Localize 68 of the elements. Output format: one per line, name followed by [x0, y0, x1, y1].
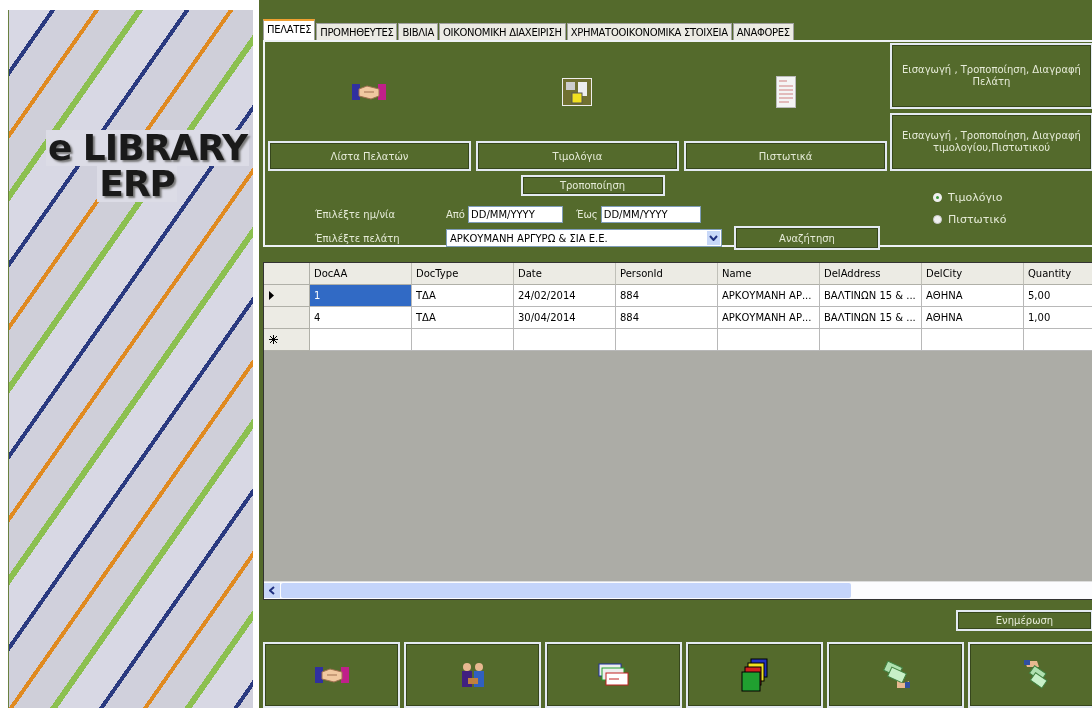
customer-label: Έπιλέξτε πελάτη: [314, 232, 401, 244]
new-row-icon: [269, 335, 278, 344]
table-cell: ΑΡΚΟΥΜΑΝΗ ΑΡ...: [718, 285, 820, 307]
radio-option[interactable]: Τιμολόγιο: [933, 191, 1007, 204]
table-cell: 30/04/2014: [514, 307, 616, 329]
table-cell: ΑΘΗΝΑ: [922, 285, 1024, 307]
nav-button[interactable]: [545, 642, 682, 708]
table-cell: 1: [310, 285, 412, 307]
column-header[interactable]: DelAddress: [820, 263, 922, 285]
table-cell: 1,00: [1024, 307, 1092, 329]
nav-button[interactable]: [686, 642, 823, 708]
date-label: Έπιλέξτε ημ/νία: [314, 208, 396, 220]
table-cell: ΤΔΑ: [412, 307, 514, 329]
column-header[interactable]: Quantity: [1024, 263, 1092, 285]
table-cell: 884: [616, 307, 718, 329]
horizontal-scrollbar[interactable]: [264, 581, 1092, 600]
ledger-icon: [562, 77, 593, 106]
scroll-left-icon[interactable]: [264, 583, 280, 599]
table-cell: ΑΘΗΝΑ: [922, 307, 1024, 329]
to-date-field[interactable]: DD/MM/YYYY: [600, 205, 701, 223]
radio-option[interactable]: Πιστωτικό: [933, 213, 1007, 226]
panel-button[interactable]: Πιστωτικά: [684, 141, 887, 171]
tab[interactable]: ΟΙΚΟΝΟΜΙΚΗ ΔΙΑΧΕΙΡΙΣΗ: [439, 23, 566, 40]
row-header[interactable]: [264, 329, 310, 351]
nav-button[interactable]: [827, 642, 964, 708]
table-cell: ΑΡΚΟΥΜΑΝΗ ΑΡ...: [718, 307, 820, 329]
search-button[interactable]: Αναζήτηση: [734, 226, 880, 250]
cards-icon: [597, 663, 630, 687]
table-cell: 884: [616, 285, 718, 307]
column-header[interactable]: PersonId: [616, 263, 718, 285]
document-icon: [775, 75, 796, 108]
panel-button[interactable]: Τιμολόγια: [476, 141, 679, 171]
column-header[interactable]: Date: [514, 263, 616, 285]
tab[interactable]: ΧΡΗΜΑΤΟΟΙΚΟΝΟΜΙΚΑ ΣΤΟΙΧΕΙΑ: [566, 23, 732, 40]
handshake-icon: [314, 664, 349, 686]
table-cell: ΤΔΑ: [412, 285, 514, 307]
column-header[interactable]: DelCity: [922, 263, 1024, 285]
tab[interactable]: ΒΙΒΛΙΑ: [398, 23, 438, 40]
tab[interactable]: ΠΡΟΜΗΘΕΥΤΕΣ: [316, 23, 398, 40]
nav-button[interactable]: [263, 642, 400, 708]
money-icon: [880, 661, 911, 689]
from-label: Από: [446, 208, 465, 220]
folders-icon: [740, 658, 769, 692]
logo-text: ERP: [97, 166, 177, 202]
current-row-icon: [269, 291, 274, 300]
panel-button[interactable]: Λίστα Πελατών: [268, 141, 471, 171]
from-date-field[interactable]: DD/MM/YYYY: [468, 205, 563, 223]
nav-button[interactable]: [404, 642, 541, 708]
money-icon: [1022, 659, 1051, 691]
to-label: Έως: [576, 208, 598, 220]
table-cell: ΒΑΛΤΙΝΩΝ 15 & ...: [820, 285, 922, 307]
table-cell: 5,00: [1024, 285, 1092, 307]
table-cell: 4: [310, 307, 412, 329]
table-cell: 24/02/2014: [514, 285, 616, 307]
column-header[interactable]: DocAA: [310, 263, 412, 285]
update-button[interactable]: Ενημέρωση: [956, 610, 1092, 632]
panel-button[interactable]: Εισαγωγή , Τροποποίηση, Διαγραφή τιμολογίου,Πιστωτικού: [890, 113, 1092, 171]
column-header[interactable]: DocType: [412, 263, 514, 285]
table-cell: ΒΑΛΤΙΝΩΝ 15 & ...: [820, 307, 922, 329]
column-header[interactable]: Name: [718, 263, 820, 285]
tab[interactable]: ΑΝΑΦΟΡΕΣ: [732, 23, 794, 40]
logo-text: e LIBRARY: [45, 130, 249, 166]
customer-dropdown[interactable]: ΑΡΚΟΥΜΑΝΗ ΑΡΓΥΡΩ & ΣΙΑ Ε.Ε.: [446, 229, 722, 247]
panel-button[interactable]: Εισαγωγή , Τροποποίηση, Διαγραφή Πελάτη: [890, 43, 1092, 109]
row-header[interactable]: [264, 285, 310, 307]
tab[interactable]: ΠΕΛΑΤΕΣ: [263, 19, 316, 40]
nav-button[interactable]: [968, 642, 1092, 708]
modify-button[interactable]: Τροποποίηση: [520, 175, 665, 196]
